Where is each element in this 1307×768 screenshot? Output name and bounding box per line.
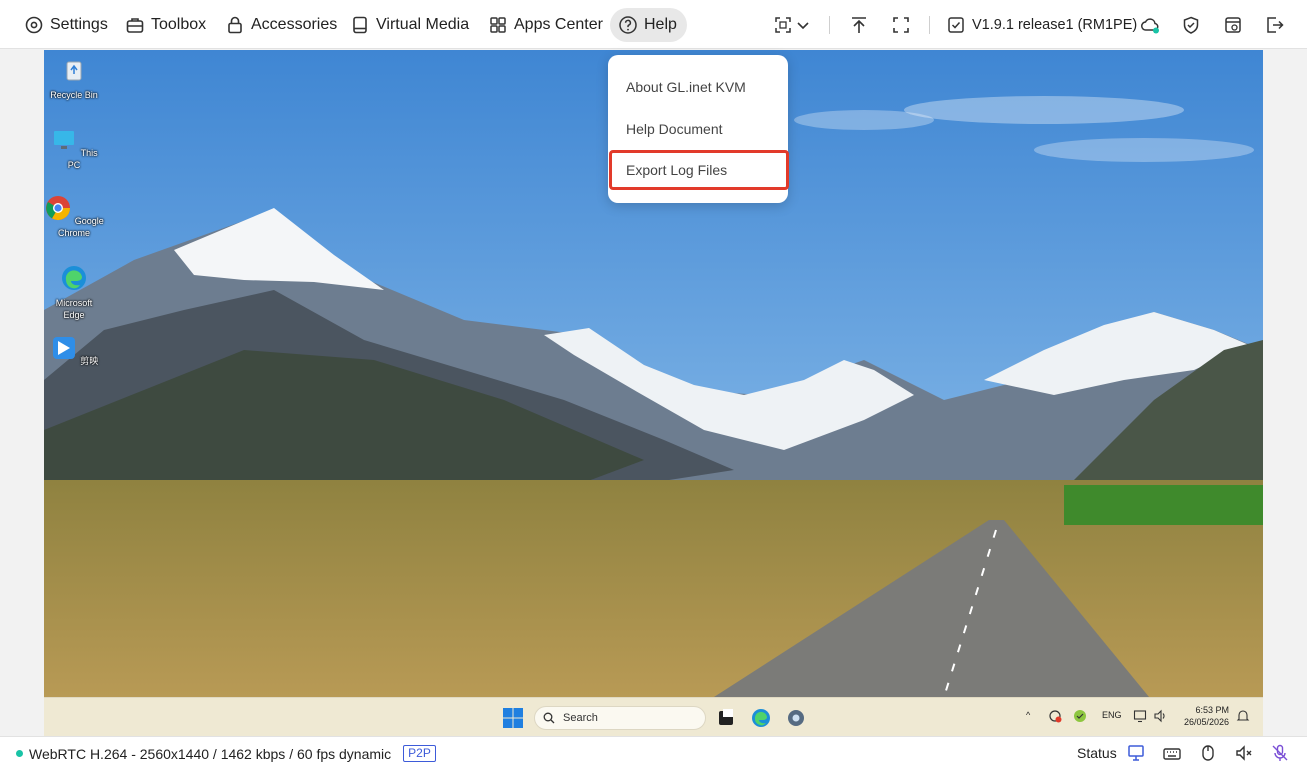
desktop-icon-capcut[interactable]: 剪映 [44,334,104,367]
keyboard-icon[interactable] [1162,743,1182,763]
desktop-icon-microsoft-edge[interactable]: Microsoft Edge [44,264,104,321]
search-icon [543,712,555,724]
nav-toolbox[interactable]: Toolbox [117,8,214,42]
desktop-icon-google-chrome[interactable]: Google Chrome [44,194,104,239]
nav-help-label: Help [644,16,677,33]
status-bar: WebRTC H.264 - 2560x1440 / 1462 kbps / 6… [0,736,1307,768]
p2p-badge: P2P [403,745,436,762]
firmware-version[interactable]: V1.9.1 release1 (RM1PE) [946,12,1137,38]
question-circle-icon [619,16,637,34]
version-check-icon [948,17,964,33]
cloud-icon[interactable] [1137,12,1163,38]
menu-item-about[interactable]: About GL.inet KVM [608,67,788,107]
stream-info-text: WebRTC H.264 - 2560x1440 / 1462 kbps / 6… [29,745,392,762]
desktop-icon-this-pc[interactable]: This PC [44,126,104,171]
capcut-taskbar-icon[interactable] [715,707,737,729]
nav-virtual-media[interactable]: Virtual Media [342,8,477,42]
clock-time: 6:53 PM [1195,705,1229,715]
shield-icon[interactable] [1178,12,1204,38]
edge-icon [62,266,86,290]
desktop-icon-recycle-bin[interactable]: Recycle Bin [44,56,104,101]
windows-start-icon[interactable] [502,707,524,729]
tabs-icon[interactable] [1220,12,1246,38]
taskbar-clock[interactable]: 6:53 PM 26/05/2026 [1184,704,1229,728]
monitor-status-icon[interactable] [1126,743,1146,763]
chevron-down-icon[interactable] [790,12,816,38]
menu-item-export-log-files[interactable]: Export Log Files [609,150,789,190]
nav-apps-center[interactable]: Apps Center [480,8,611,42]
tray-notification-icon[interactable] [1236,709,1250,723]
edge-taskbar-icon[interactable] [750,707,772,729]
taskbar-search-placeholder: Search [563,712,598,724]
tray-volume-icon[interactable] [1153,709,1167,723]
tray-chevron-up-icon[interactable]: ^ [1026,710,1030,720]
nav-settings[interactable]: Settings [16,8,116,42]
fullscreen-icon[interactable] [888,12,914,38]
speaker-muted-icon[interactable] [1234,743,1254,763]
logout-icon[interactable] [1261,12,1287,38]
upload-icon[interactable] [846,12,872,38]
apps-grid-icon [490,17,506,33]
drive-icon [353,16,367,34]
microphone-muted-icon[interactable] [1270,743,1290,763]
menu-item-help-document[interactable]: Help Document [608,109,788,149]
nav-accessories-label: Accessories [251,16,338,33]
gear-icon [25,16,43,34]
nav-help[interactable]: Help [610,8,687,42]
recycle-bin-icon [66,61,82,81]
tray-language[interactable]: ENG [1102,710,1122,720]
toolbar-divider [829,16,830,34]
connection-status-dot [16,750,23,757]
taskbar-search[interactable]: Search [534,706,706,730]
toolbox-icon [126,18,144,33]
nav-accessories[interactable]: Accessories [217,8,345,42]
version-label: V1.9.1 release1 (RM1PE) [972,17,1138,33]
status-label[interactable]: Status [1077,745,1117,761]
mouse-icon[interactable] [1198,743,1218,763]
tray-display-icon[interactable] [1133,709,1147,723]
settings-taskbar-icon[interactable] [785,707,807,729]
nav-apps-center-label: Apps Center [514,16,603,33]
windows-taskbar: Search ^ ENG 6:53 PM 26/05/2026 [44,697,1263,736]
lock-icon [228,16,242,34]
chrome-icon [46,196,71,221]
monitor-icon [54,131,75,149]
toolbar-divider [929,16,930,34]
top-toolbar: Settings Toolbox Accessories Virtual Med… [0,0,1307,49]
nav-virtual-media-label: Virtual Media [376,16,470,33]
tray-network-alert-icon[interactable] [1048,709,1062,723]
clock-date: 26/05/2026 [1183,717,1229,727]
capcut-icon [52,337,75,359]
tray-app-icon[interactable] [1073,709,1087,723]
stream-info: WebRTC H.264 - 2560x1440 / 1462 kbps / 6… [16,745,436,762]
help-dropdown-menu: About GL.inet KVM Help Document Export L… [608,55,789,203]
nav-settings-label: Settings [50,16,108,33]
nav-toolbox-label: Toolbox [151,16,207,33]
